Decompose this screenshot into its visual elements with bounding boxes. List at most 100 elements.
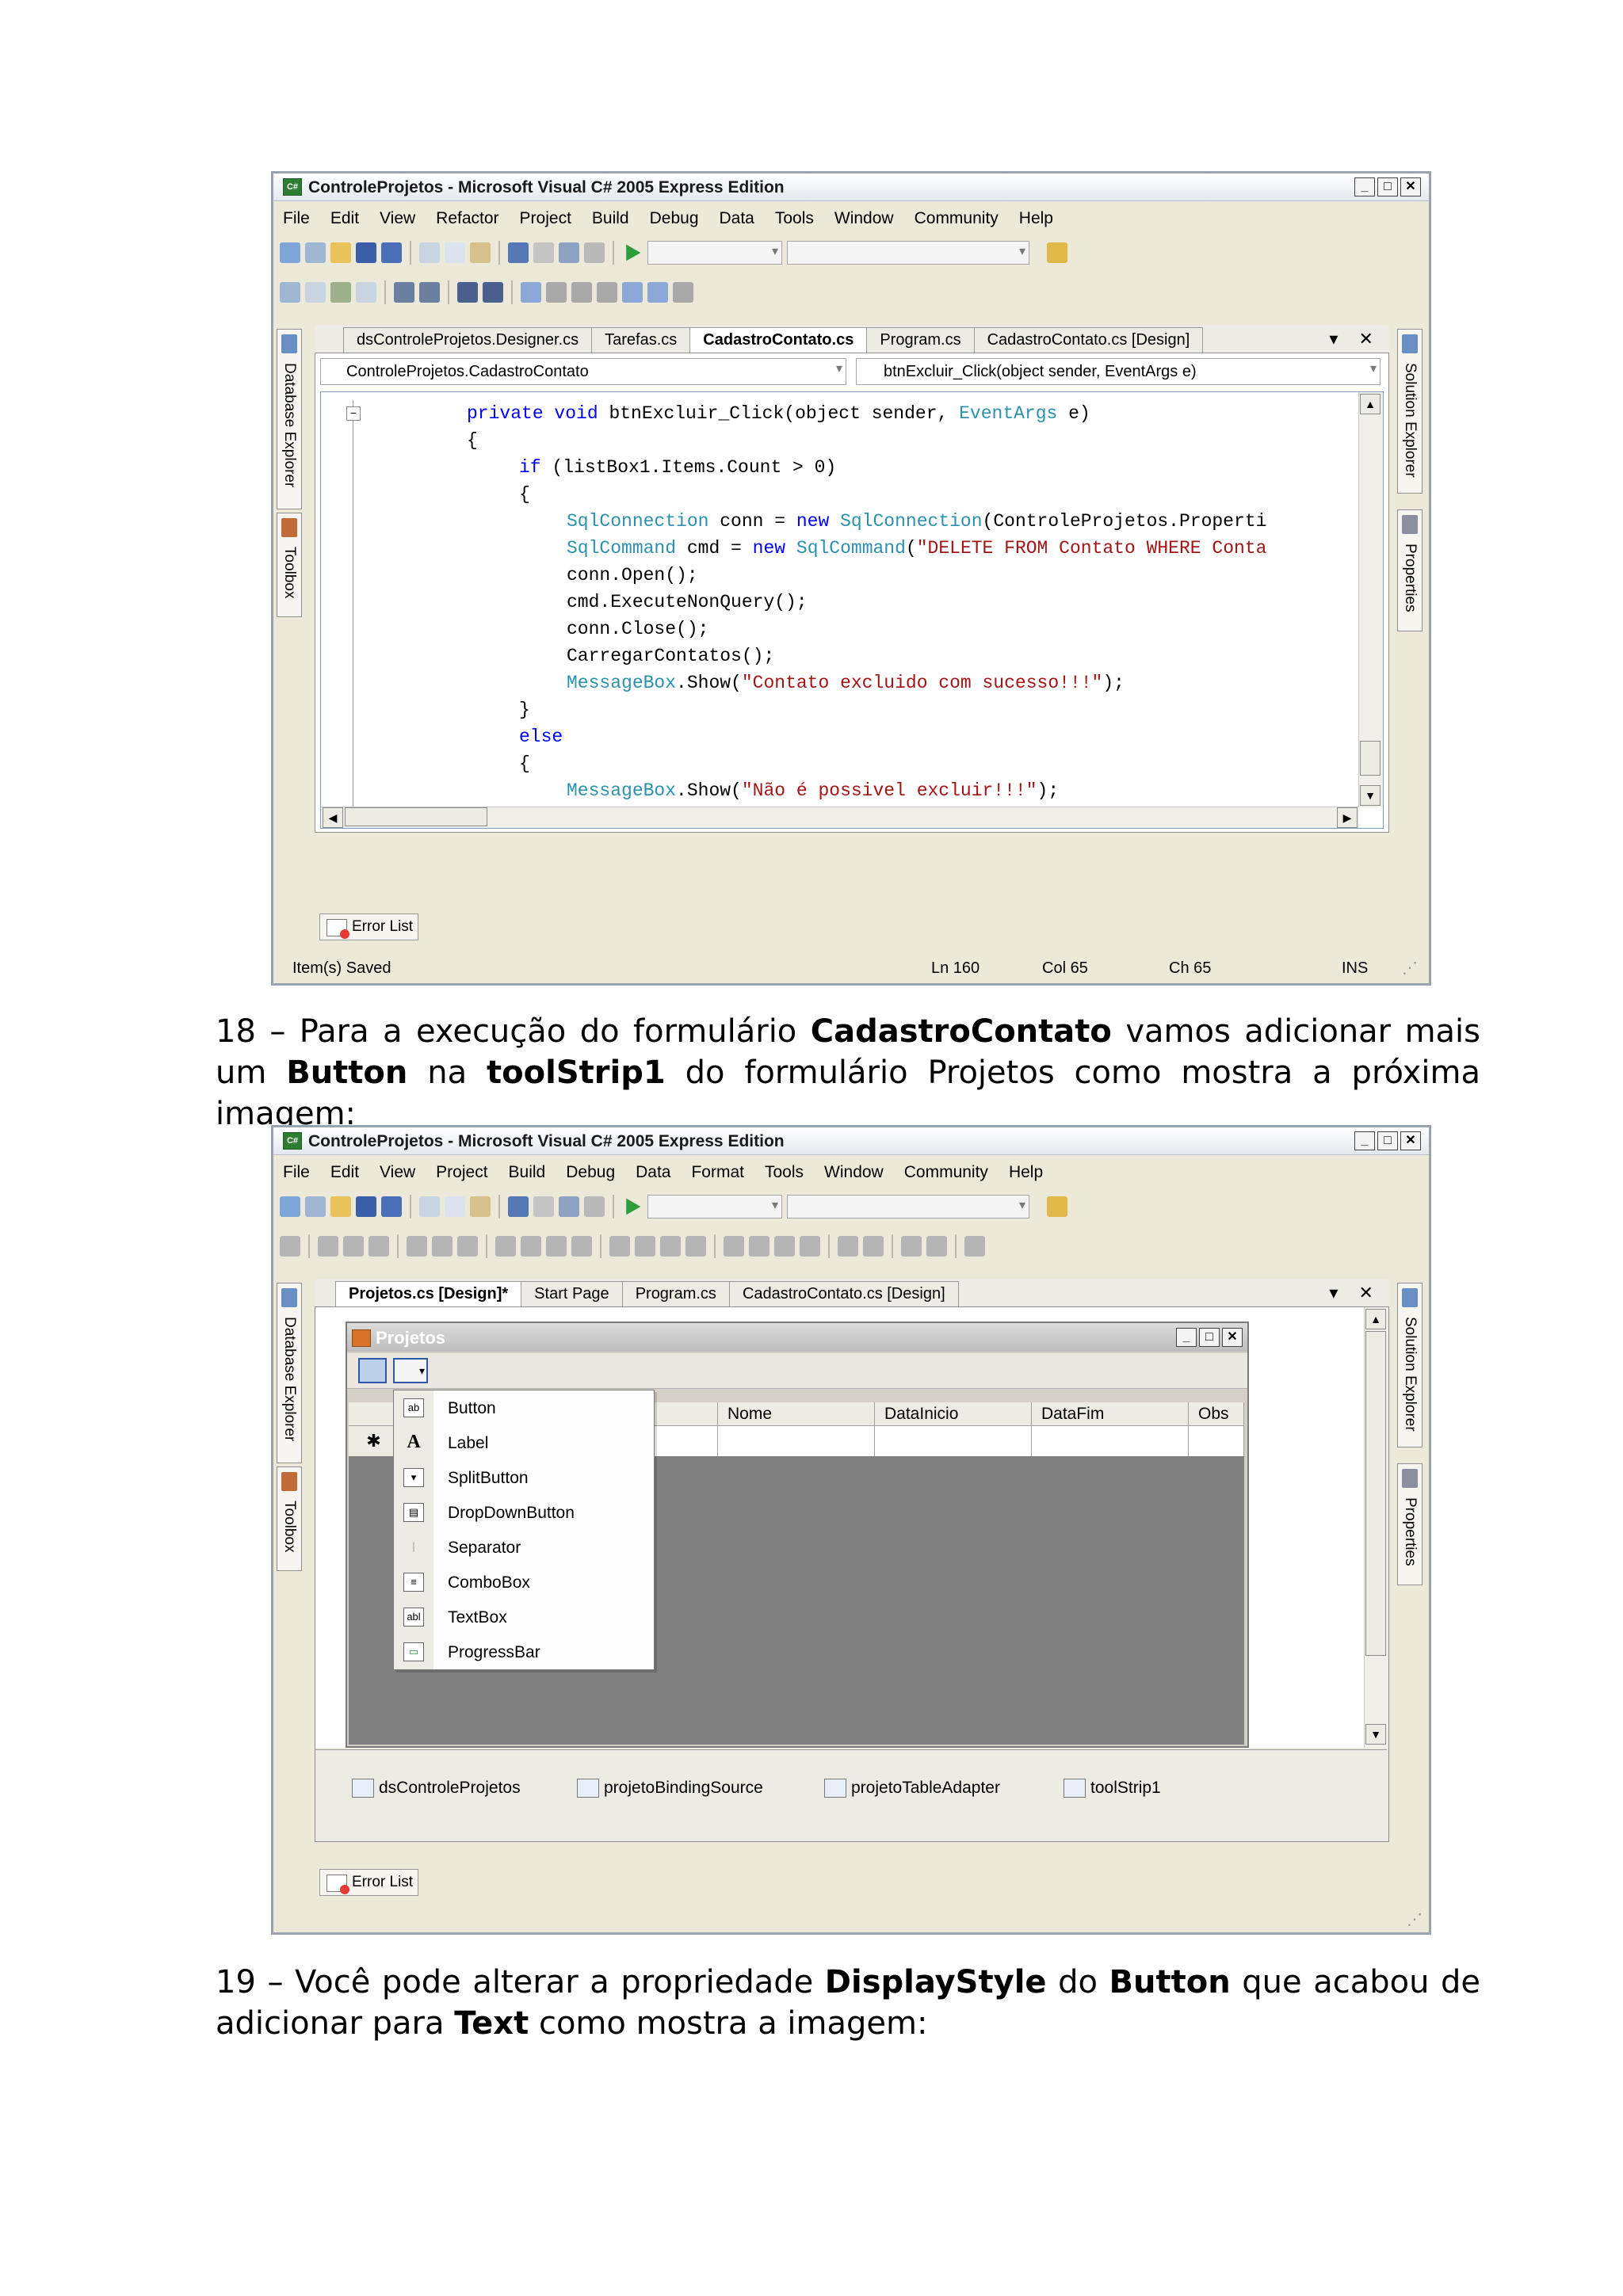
copy-icon[interactable] [445,242,465,263]
tab-start-page[interactable]: Start Page [521,1281,623,1306]
make-same-height-icon[interactable] [521,1236,541,1257]
menu-view[interactable]: View [380,209,415,228]
grid-new-row-cell[interactable] [718,1426,875,1456]
menu-data[interactable]: Data [636,1163,670,1182]
undo-icon[interactable] [508,1196,529,1217]
bookmark-icon[interactable] [584,1196,605,1217]
hspacing-increase-icon[interactable] [635,1236,655,1257]
scroll-down-icon[interactable]: ▼ [1360,785,1381,806]
menu-help[interactable]: Help [1009,1163,1043,1182]
paste-icon[interactable] [470,242,491,263]
menu-debug[interactable]: Debug [650,209,699,228]
menu-view[interactable]: View [380,1163,415,1182]
toggle-bookmark-icon[interactable] [521,282,541,303]
menu-project[interactable]: Project [436,1163,487,1182]
toolstrip-image-button-icon[interactable] [358,1358,387,1383]
tab-program[interactable]: Program.cs [621,1281,730,1306]
database-explorer-tab[interactable]: Database Explorer [277,1283,302,1463]
tab-tarefas[interactable]: Tarefas.cs [591,327,691,353]
member-combo[interactable]: btnExcluir_Click(object sender, EventArg… [856,358,1381,385]
menu-build[interactable]: Build [509,1163,546,1182]
platform-combo[interactable] [787,241,1029,265]
menu-window[interactable]: Window [824,1163,884,1182]
comment-icon[interactable] [457,282,478,303]
menu-format[interactable]: Format [691,1163,744,1182]
hspacing-remove-icon[interactable] [685,1236,706,1257]
minimize-icon[interactable]: _ [1354,1131,1375,1150]
grid-col-obs[interactable]: Obs [1189,1402,1244,1426]
menu-community[interactable]: Community [904,1163,988,1182]
grid-new-row-cell[interactable] [1032,1426,1189,1456]
maximize-icon[interactable]: □ [1377,177,1398,196]
scroll-right-icon[interactable]: ▶ [1337,807,1358,828]
copy-icon[interactable] [445,1196,465,1217]
menu-file[interactable]: File [283,209,310,228]
menu-tools[interactable]: Tools [775,209,814,228]
make-same-width-icon[interactable] [495,1236,516,1257]
solution-config-combo[interactable] [647,241,782,265]
prev-bookmark-doc-icon[interactable] [647,282,668,303]
solution-config-combo[interactable] [647,1195,782,1219]
maximize-icon[interactable]: □ [1377,1131,1398,1150]
save-icon[interactable] [356,1196,376,1217]
menu-edit[interactable]: Edit [330,1163,359,1182]
align-to-grid-icon[interactable] [280,1236,300,1257]
bookmark-icon[interactable] [584,242,605,263]
dropdown-item-splitbutton[interactable]: ▾ SplitButton [394,1460,654,1495]
toolbox-tab[interactable]: Toolbox [277,513,302,617]
close-icon[interactable]: ✕ [1400,177,1421,196]
open-folder-icon[interactable] [330,1196,351,1217]
error-list-tab[interactable]: Error List [319,1869,419,1896]
tab-program[interactable]: Program.cs [866,327,975,353]
minimize-icon[interactable]: _ [1354,177,1375,196]
grid-col-datafim[interactable]: DataFim [1032,1402,1189,1426]
resize-grip-icon[interactable]: ⋰ [1402,958,1418,978]
align-rights-icon[interactable] [369,1236,389,1257]
next-bookmark-icon[interactable] [571,282,592,303]
find-in-files-icon[interactable] [1047,242,1067,263]
quick-info-icon[interactable] [330,282,351,303]
toolstrip-add-item-icon[interactable]: ▾ [393,1358,428,1383]
align-middles-icon[interactable] [432,1236,453,1257]
menu-file[interactable]: File [283,1163,310,1182]
undo-icon[interactable] [508,242,529,263]
save-icon[interactable] [356,242,376,263]
toolstrip[interactable]: ▾ [347,1353,1247,1389]
scroll-up-icon[interactable]: ▲ [1365,1309,1386,1329]
grid-col-datainicio[interactable]: DataInicio [875,1402,1032,1426]
increase-indent-icon[interactable] [419,282,440,303]
next-bookmark-folder-icon[interactable] [622,282,643,303]
decrease-indent-icon[interactable] [394,282,414,303]
grid-col-nome[interactable]: Nome [718,1402,875,1426]
dropdown-item-separator[interactable]: | Separator [394,1530,654,1565]
vspacing-remove-icon[interactable] [800,1236,820,1257]
designer-vertical-scrollbar[interactable]: ▲ ▼ [1364,1307,1388,1748]
parameter-info-icon[interactable] [305,282,326,303]
add-item-icon[interactable] [305,242,326,263]
save-all-icon[interactable] [381,1196,402,1217]
tab-cadastrocontato-design[interactable]: CadastroContato.cs [Design] [728,1281,959,1306]
menu-help[interactable]: Help [1019,209,1053,228]
display-object-icon[interactable] [280,282,300,303]
scroll-thumb[interactable] [1360,741,1381,776]
code-editor[interactable]: − private void btnExcluir_Click(object s… [320,391,1384,829]
dropdown-item-textbox[interactable]: abl TextBox [394,1600,654,1634]
solution-explorer-tab[interactable]: Solution Explorer [1397,329,1423,494]
hspacing-equal-icon[interactable] [609,1236,630,1257]
tab-controls[interactable]: ▾ ✕ [1329,1283,1381,1303]
size-to-grid-icon[interactable] [571,1236,592,1257]
paste-icon[interactable] [470,1196,491,1217]
close-icon[interactable]: ✕ [1400,1131,1421,1150]
cut-icon[interactable] [419,242,440,263]
vertical-scrollbar[interactable]: ▲ ▼ [1358,392,1383,807]
add-item-icon[interactable] [305,1196,326,1217]
new-project-icon[interactable] [280,1196,300,1217]
scroll-left-icon[interactable]: ◀ [323,807,343,828]
menu-data[interactable]: Data [720,209,754,228]
word-completion-icon[interactable] [356,282,376,303]
menu-build[interactable]: Build [592,209,629,228]
hscroll-thumb[interactable] [345,807,487,826]
bring-to-front-icon[interactable] [901,1236,922,1257]
dropdown-item-combobox[interactable]: ≡ ComboBox [394,1565,654,1600]
menu-debug[interactable]: Debug [566,1163,615,1182]
